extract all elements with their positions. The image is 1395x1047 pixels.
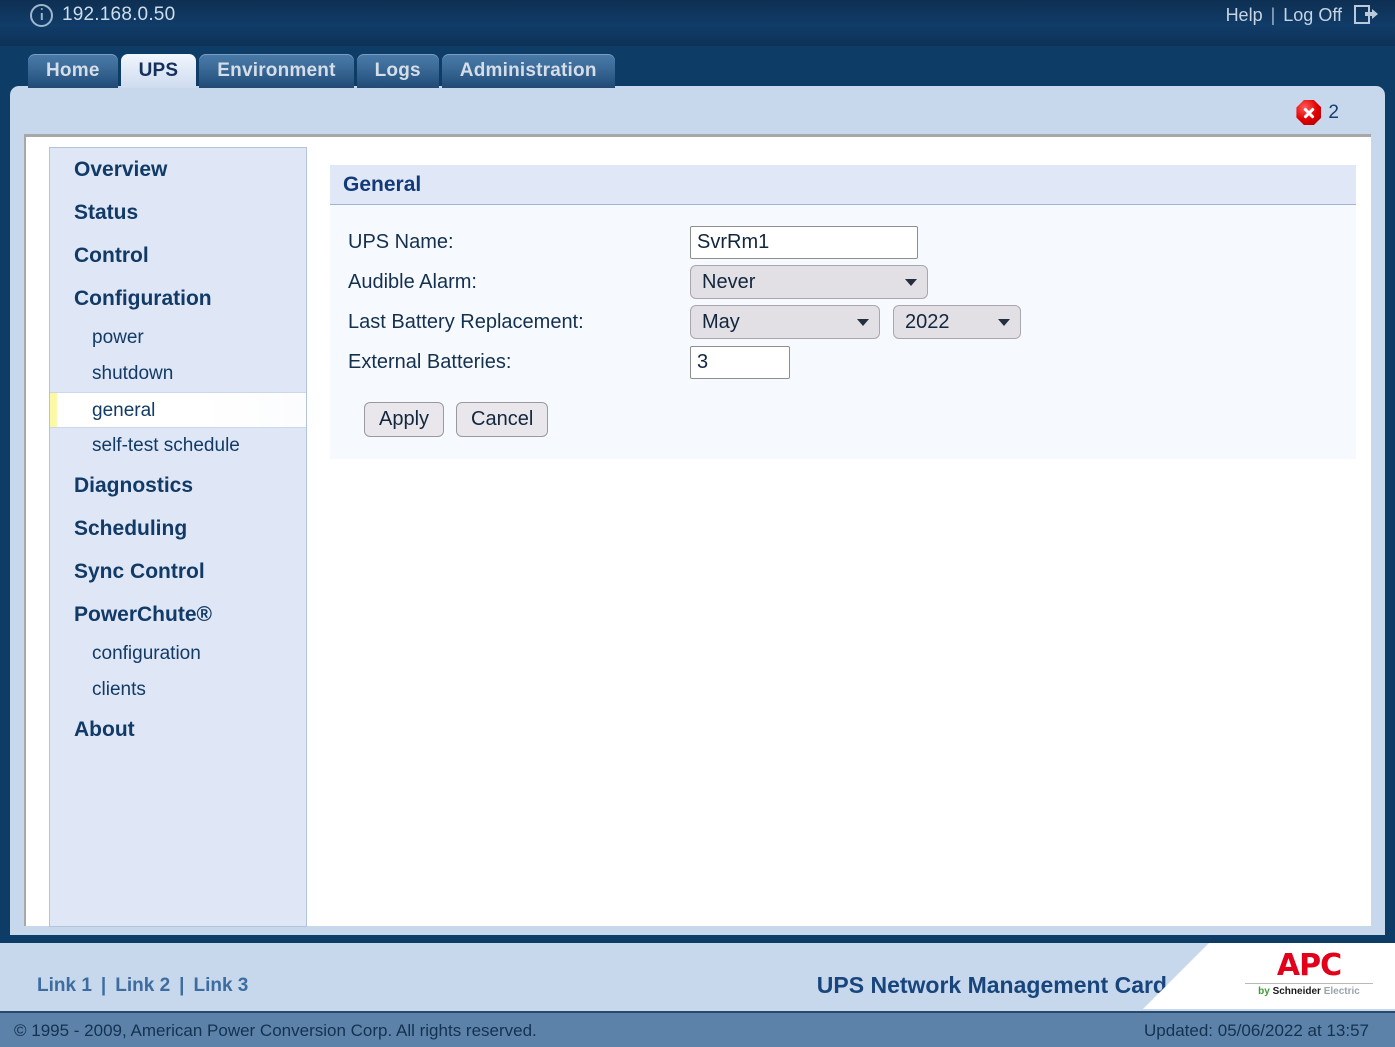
last-battery-replacement-label: Last Battery Replacement: [348,310,584,333]
content-panel: 2 Overview Status Control Configuration powe… [10,86,1385,935]
updated-timestamp: Updated: 05/06/2022 at 13:57 [1144,1021,1369,1040]
content-frame: Overview Status Control Configuration power s… [24,134,1371,927]
form-row-ups-name: UPS Name: [348,222,1356,262]
battery-month-value: May [702,310,740,333]
alarm-status-indicator[interactable]: 2 [1296,100,1339,125]
sidebar-item-label: power [92,327,144,348]
apc-logo: APC by Schneider Electric [1245,950,1373,998]
sidebar-item-configuration[interactable]: Configuration [50,277,306,320]
info-icon [30,3,53,27]
sidebar-nav: Overview Status Control Configuration power s… [49,147,307,927]
tab-logs[interactable]: Logs [356,54,439,88]
footer-link-separator: | [179,975,185,996]
sidebar-item-label: self-test schedule [92,435,240,456]
form-row-audible-alarm: Audible Alarm: Never [348,262,1356,302]
chevron-down-icon [905,278,917,286]
apc-wordmark: APC [1276,948,1342,983]
action-separator: | [1270,4,1276,25]
sidebar-item-configuration[interactable]: configuration [50,636,306,672]
sidebar-item-scheduling[interactable]: Scheduling [50,507,306,550]
footer-links: Link 1 | Link 2 | Link 3 [37,975,248,997]
sidebar-item-label: Sync Control [74,560,205,583]
help-link[interactable]: Help [1226,5,1263,26]
audible-alarm-label: Audible Alarm: [348,270,477,293]
tab-administration[interactable]: Administration [441,54,615,88]
tagline-by: by [1258,986,1270,997]
sidebar-item-label: Scheduling [74,517,188,540]
cancel-button[interactable]: Cancel [456,402,549,437]
tab-environment[interactable]: Environment [199,54,354,88]
footer-link-2[interactable]: Link 2 [115,975,170,997]
device-address: 192.168.0.50 [30,1,175,29]
sidebar-item-powerchute[interactable]: PowerChute® [50,593,306,636]
sidebar-item-power[interactable]: power [50,320,306,356]
sidebar-item-label: Overview [74,158,168,181]
main-tab-bar: Home UPS Environment Logs Administration [28,53,615,88]
audible-alarm-select[interactable]: Never [690,265,928,299]
sidebar-item-label: shutdown [92,363,174,384]
sidebar-item-self-test-schedule[interactable]: self-test schedule [50,428,306,464]
tagline-electric: Electric [1323,986,1360,997]
section-header: General [330,165,1356,205]
sidebar-item-label: configuration [92,643,201,664]
schneider-tagline: by Schneider Electric [1245,986,1373,998]
sidebar-item-label: Diagnostics [74,474,194,497]
footer-link-1[interactable]: Link 1 [37,975,92,997]
general-settings-form: UPS Name: Audible Alarm: Never Last Batt… [330,205,1356,459]
logo-plate: APC by Schneider Electric [1143,943,1395,1009]
log-off-link[interactable]: Log Off [1283,5,1342,26]
user-actions: Help | Log Off [1226,0,1378,30]
footer-band: Link 1 | Link 2 | Link 3 UPS Network Managem… [0,943,1395,1013]
external-batteries-input[interactable] [690,345,790,379]
sidebar-item-status[interactable]: Status [50,191,306,234]
footer-link-separator: | [100,975,107,996]
sidebar-item-shutdown[interactable]: shutdown [50,356,306,392]
tab-home[interactable]: Home [28,54,118,88]
copyright-text: © 1995 - 2009, American Power Conversion… [14,1021,537,1040]
audible-alarm-value: Never [702,270,756,293]
tagline-schneider: Schneider [1272,986,1321,997]
main-content: General UPS Name: Audible Alarm: Never L… [330,165,1356,459]
battery-year-value: 2022 [905,310,950,333]
alarm-count: 2 [1328,101,1339,123]
apply-button[interactable]: Apply [364,402,445,437]
sidebar-item-label: Status [74,201,139,224]
footer-link-3[interactable]: Link 3 [193,975,248,997]
sidebar-item-control[interactable]: Control [50,234,306,277]
sidebar-item-diagnostics[interactable]: Diagnostics [50,464,306,507]
sidebar-item-clients[interactable]: clients [50,672,306,708]
external-batteries-label: External Batteries: [348,350,512,373]
sidebar-item-label: general [92,400,156,421]
logo-divider [1245,983,1373,984]
sidebar-item-sync-control[interactable]: Sync Control [50,550,306,593]
chevron-down-icon [857,318,869,326]
sidebar-item-label: PowerChute® [74,603,212,626]
form-row-external-batteries: External Batteries: [348,342,1356,382]
critical-alarm-icon [1296,100,1322,125]
sidebar-item-label: clients [92,679,146,700]
sidebar-item-label: Control [74,244,149,267]
ups-name-input[interactable] [690,225,918,259]
ups-name-label: UPS Name: [348,230,454,253]
sidebar-item-about[interactable]: About [50,708,306,751]
sidebar-item-label: About [74,718,135,741]
log-off-icon[interactable] [1354,4,1378,26]
sidebar-item-general[interactable]: general [50,392,306,428]
section-title: General [343,172,422,196]
product-title: UPS Network Management Card [816,972,1167,998]
form-row-last-battery-replacement: Last Battery Replacement: May 2022 [348,302,1356,342]
copyright-bar: © 1995 - 2009, American Power Conversion… [0,1011,1395,1047]
sidebar-item-label: Configuration [74,287,212,310]
battery-month-select[interactable]: May [690,305,880,339]
device-address-label: 192.168.0.50 [62,4,176,25]
chevron-down-icon [998,318,1010,326]
top-bar: 192.168.0.50 Help | Log Off [0,0,1395,46]
sidebar-item-overview[interactable]: Overview [50,148,306,191]
form-button-row: Apply Cancel [348,382,1356,437]
tab-ups[interactable]: UPS [120,54,197,88]
battery-year-select[interactable]: 2022 [893,305,1021,339]
